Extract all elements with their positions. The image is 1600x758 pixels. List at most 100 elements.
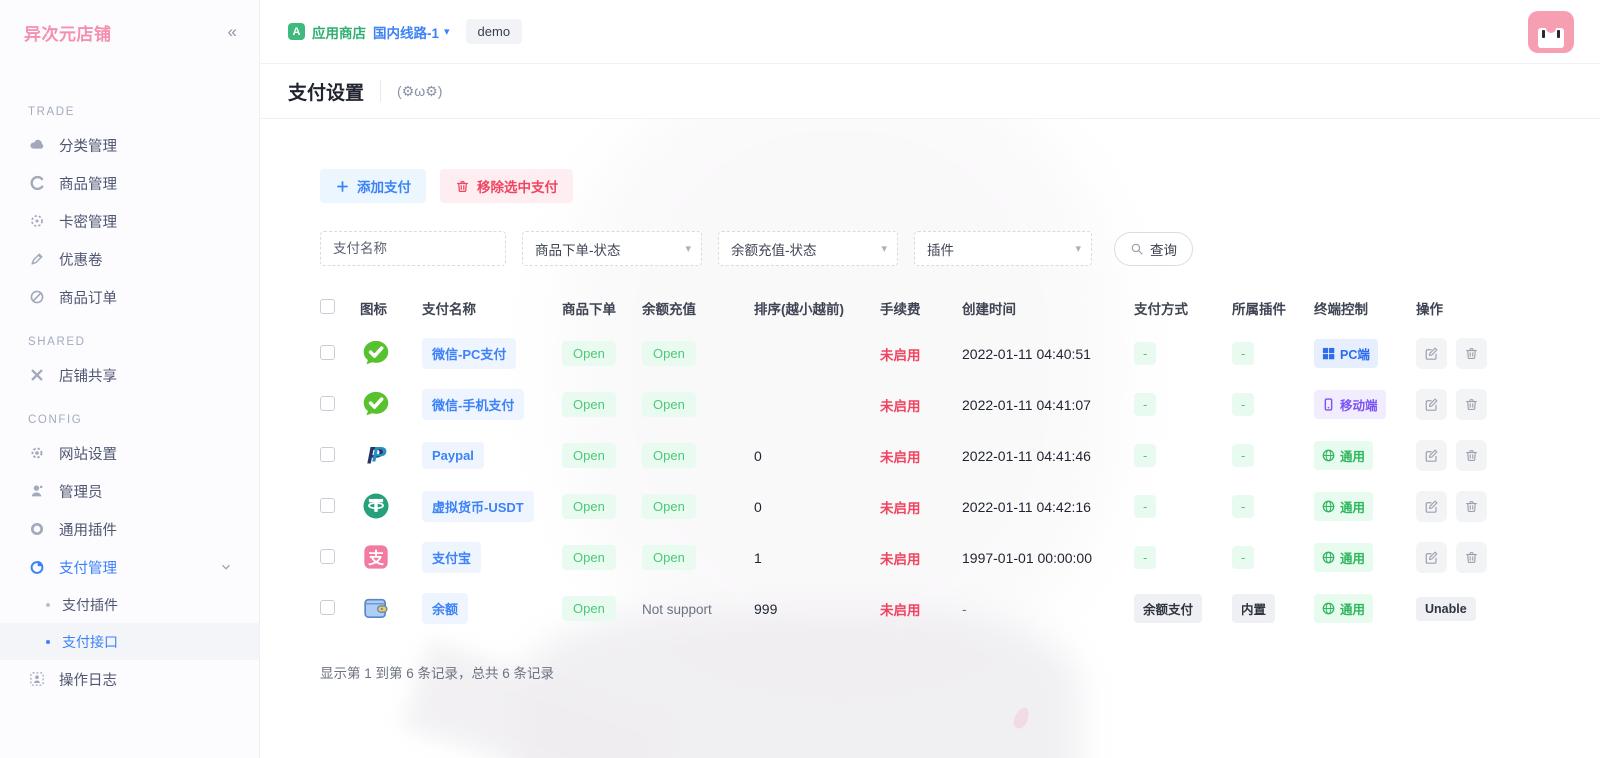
edit-button[interactable] <box>1416 542 1447 573</box>
goods-icon <box>28 174 46 192</box>
delete-button[interactable] <box>1456 542 1487 573</box>
delete-button[interactable] <box>1456 338 1487 369</box>
env-badge: demo <box>466 19 523 44</box>
sidebar-nav: TRADE分类管理商品管理卡密管理优惠卷商品订单SHARED店铺共享CONFIG… <box>0 64 259 698</box>
payment-name-link[interactable]: Paypal <box>422 442 484 469</box>
dash-pill: - <box>1232 393 1254 416</box>
sort-value: 999 <box>754 601 777 617</box>
terminal-label: 移动端 <box>1340 395 1378 414</box>
gray-pill: 余额支付 <box>1134 594 1202 623</box>
delete-button[interactable] <box>1456 491 1487 522</box>
sidebar-item-category[interactable]: 分类管理 <box>0 126 259 164</box>
column-header: 支付名称 <box>422 288 562 328</box>
sidebar-item-label: 支付管理 <box>59 557 117 578</box>
payment-name-link[interactable]: 微信-手机支付 <box>422 389 524 420</box>
dash-pill: - <box>1232 342 1254 365</box>
search-icon <box>1130 242 1144 256</box>
wechat-icon <box>360 388 392 420</box>
row-checkbox[interactable] <box>320 345 335 360</box>
bullet-dot-icon <box>46 640 50 644</box>
sidebar-item-share[interactable]: 店铺共享 <box>0 356 259 394</box>
app-logo: 异次元店铺 <box>24 20 112 45</box>
sidebar-item-admin[interactable]: 管理员 <box>0 472 259 510</box>
sidebar-item-card[interactable]: 卡密管理 <box>0 202 259 240</box>
share-icon <box>28 366 46 384</box>
table-row: 微信-PC支付OpenOpen未启用2022-01-11 04:40:51--P… <box>320 328 1526 379</box>
row-checkbox[interactable] <box>320 498 335 513</box>
recharge-status-select[interactable]: 余额充值-状态 ▾ <box>718 231 898 266</box>
chevron-down-icon: ▾ <box>881 242 887 255</box>
fee-status: 未启用 <box>880 399 921 414</box>
sidebar-item-label: 操作日志 <box>59 669 117 690</box>
status-pill: Open <box>642 341 696 366</box>
plugin-select-label: 插件 <box>927 239 954 259</box>
sidebar-item-log[interactable]: 操作日志 <box>0 660 259 698</box>
content: 添加支付 移除选中支付 商品下单-状态 ▾ 余额充值-状态 ▾ 插 <box>260 119 1600 758</box>
search-button[interactable]: 查询 <box>1114 232 1193 266</box>
dash-pill: - <box>1134 342 1156 365</box>
balance-icon <box>360 592 392 624</box>
terminal-label: 通用 <box>1340 497 1365 516</box>
column-header: 所属插件 <box>1232 288 1314 328</box>
row-checkbox[interactable] <box>320 447 335 462</box>
terminal-badge: 通用 <box>1314 492 1373 521</box>
payment-name-link[interactable]: 余额 <box>422 593 468 624</box>
edit-button[interactable] <box>1416 491 1447 522</box>
sidebar-item-label: 店铺共享 <box>59 365 117 386</box>
payment-name-link[interactable]: 虚拟货币-USDT <box>422 491 534 522</box>
sidebar-subitem-pay-api[interactable]: 支付接口 <box>0 623 259 660</box>
sidebar-item-goods[interactable]: 商品管理 <box>0 164 259 202</box>
dash-pill: - <box>1232 444 1254 467</box>
created-time: 2022-01-11 04:40:51 <box>962 346 1091 362</box>
site-icon <box>28 444 46 462</box>
sidebar-item-label: 优惠卷 <box>59 249 103 270</box>
chevron-down-icon: ▾ <box>1075 242 1081 255</box>
petal-decoration <box>1011 705 1032 730</box>
fee-status: 未启用 <box>880 501 921 516</box>
edit-button[interactable] <box>1416 389 1447 420</box>
select-all-checkbox[interactable] <box>320 299 335 314</box>
sidebar-collapse-icon[interactable]: « <box>228 22 237 42</box>
sidebar-subitem-label: 支付插件 <box>62 595 118 615</box>
sidebar-item-coupon[interactable]: 优惠卷 <box>0 240 259 278</box>
sidebar-item-order[interactable]: 商品订单 <box>0 278 259 316</box>
page-subtitle: (⚙ω⚙) <box>397 83 442 100</box>
payment-name-input[interactable] <box>320 231 506 266</box>
fee-status: 未启用 <box>880 603 921 618</box>
sidebar: 异次元店铺 « TRADE分类管理商品管理卡密管理优惠卷商品订单SHARED店铺… <box>0 0 260 758</box>
row-checkbox[interactable] <box>320 396 335 411</box>
user-avatar[interactable] <box>1528 11 1574 53</box>
column-header: 手续费 <box>880 288 962 328</box>
section-label: SHARED <box>28 336 259 348</box>
store-switcher[interactable]: A 应用商店 国内线路-1 ▾ <box>288 22 450 42</box>
usdt-icon <box>360 490 392 522</box>
delete-button[interactable] <box>1456 440 1487 471</box>
pay-icon <box>28 558 46 576</box>
add-payment-button[interactable]: 添加支付 <box>320 169 426 203</box>
chevron-down-icon: ▾ <box>444 25 450 38</box>
sidebar-subitem-label: 支付接口 <box>62 632 118 652</box>
edit-button[interactable] <box>1416 338 1447 369</box>
sidebar-item-site[interactable]: 网站设置 <box>0 434 259 472</box>
dash-pill: - <box>1134 546 1156 569</box>
sidebar-subitem-pay-plugin[interactable]: 支付插件 <box>0 586 259 623</box>
sidebar-item-pay[interactable]: 支付管理 <box>0 548 259 586</box>
gray-pill: 内置 <box>1232 594 1275 623</box>
payment-name-link[interactable]: 微信-PC支付 <box>422 338 516 369</box>
delete-button[interactable] <box>1456 389 1487 420</box>
remove-selected-button[interactable]: 移除选中支付 <box>440 169 573 203</box>
edit-button[interactable] <box>1416 440 1447 471</box>
order-status-select[interactable]: 商品下单-状态 ▾ <box>522 231 702 266</box>
terminal-label: 通用 <box>1340 599 1365 618</box>
avatar-bang <box>1546 23 1556 33</box>
plugin-select[interactable]: 插件 ▾ <box>914 231 1092 266</box>
sidebar-item-label: 卡密管理 <box>59 211 117 232</box>
payment-name-link[interactable]: 支付宝 <box>422 542 481 573</box>
terminal-label: PC端 <box>1340 344 1370 363</box>
row-checkbox[interactable] <box>320 600 335 615</box>
row-checkbox[interactable] <box>320 549 335 564</box>
wechat-icon <box>360 337 392 369</box>
terminal-badge: 通用 <box>1314 441 1373 470</box>
recharge-status-select-label: 余额充值-状态 <box>731 239 817 259</box>
sidebar-item-plugin[interactable]: 通用插件 <box>0 510 259 548</box>
